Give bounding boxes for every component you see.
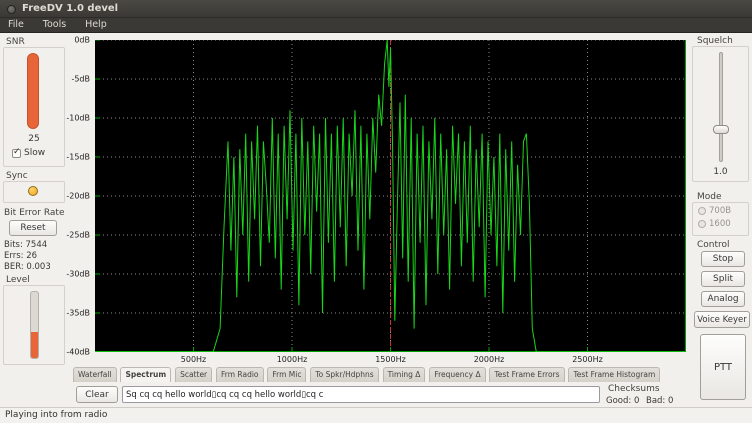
stop-button[interactable]: Stop	[701, 251, 745, 267]
level-meter-fill	[31, 332, 38, 358]
tab-bar: Waterfall Spectrum Scatter Frm Radio Frm…	[73, 367, 661, 382]
sync-label: Sync	[6, 171, 28, 181]
close-icon[interactable]	[7, 5, 16, 14]
y-tick-label: -35dB	[54, 309, 90, 318]
level-meter	[30, 291, 39, 359]
menu-help[interactable]: Help	[77, 18, 115, 32]
slow-label: Slow	[24, 148, 45, 158]
tab-spectrum[interactable]: Spectrum	[120, 367, 171, 382]
y-tick-label: -20dB	[54, 192, 90, 201]
menu-tools[interactable]: Tools	[35, 18, 74, 32]
voice-keyer-button[interactable]: Voice Keyer	[694, 311, 750, 328]
tab-to-spkr-hdphns[interactable]: To Spkr/Hdphns	[310, 367, 378, 382]
x-tick-label: 500Hz	[181, 355, 206, 364]
checkbox-icon	[12, 149, 21, 158]
y-tick-label: -5dB	[54, 75, 90, 84]
snr-gauge	[27, 53, 39, 129]
menubar: File Tools Help	[0, 18, 752, 33]
tab-frequency-delta[interactable]: Frequency Δ	[429, 367, 485, 382]
tab-test-frame-histogram[interactable]: Test Frame Histogram	[568, 367, 660, 382]
y-tick-label: -15dB	[54, 153, 90, 162]
squelch-label: Squelch	[697, 36, 733, 46]
y-tick-label: 0dB	[54, 36, 90, 45]
analog-button[interactable]: Analog	[701, 291, 745, 307]
y-axis-labels: 0dB-5dB-10dB-15dB-20dB-25dB-30dB-35dB-40…	[56, 40, 92, 352]
reset-button[interactable]: Reset	[9, 220, 57, 236]
y-tick-label: -10dB	[54, 114, 90, 123]
y-tick-label: -40dB	[54, 348, 90, 357]
ptt-button[interactable]: PTT	[700, 334, 746, 400]
tx-text-input[interactable]	[122, 386, 600, 403]
checksums-label: Checksums	[608, 384, 660, 394]
window-title: FreeDV 1.0 devel	[22, 0, 118, 18]
radio-icon	[698, 207, 706, 215]
radio-icon	[698, 220, 706, 228]
snr-label: SNR	[6, 37, 25, 47]
errs-value: Errs: 26	[4, 251, 37, 261]
squelch-value: 1.0	[692, 167, 749, 177]
level-label: Level	[6, 275, 30, 285]
mode-label: Mode	[697, 192, 722, 202]
checksum-bad: Bad: 0	[646, 396, 673, 406]
clear-button[interactable]: Clear	[76, 386, 118, 403]
x-axis-labels: 500Hz 1000Hz 1500Hz 2000Hz 2500Hz	[95, 355, 686, 365]
radio-700b-label: 700B	[709, 206, 731, 216]
tab-frm-mic[interactable]: Frm Mic	[267, 367, 306, 382]
radio-1600-label: 1600	[709, 219, 731, 229]
x-tick-label: 2000Hz	[474, 355, 505, 364]
tab-timing-delta[interactable]: Timing Δ	[383, 367, 426, 382]
slow-checkbox[interactable]: Slow	[12, 148, 45, 158]
ber-value: BER: 0.003	[4, 262, 51, 272]
y-tick-label: -30dB	[54, 270, 90, 279]
bits-value: Bits: 7544	[4, 240, 47, 250]
tab-scatter[interactable]: Scatter	[175, 367, 212, 382]
radio-700b[interactable]: 700B	[698, 206, 731, 216]
split-button[interactable]: Split	[701, 271, 745, 287]
control-label: Control	[697, 240, 730, 250]
x-tick-label: 1500Hz	[375, 355, 406, 364]
tab-frm-radio[interactable]: Frm Radio	[216, 367, 264, 382]
spectrum-plot[interactable]	[95, 40, 686, 352]
x-tick-label: 1000Hz	[277, 355, 308, 364]
spectrum-trace	[95, 40, 686, 352]
tab-test-frame-errors[interactable]: Test Frame Errors	[489, 367, 564, 382]
squelch-slider[interactable]	[719, 52, 723, 162]
radio-1600[interactable]: 1600	[698, 219, 731, 229]
tab-waterfall[interactable]: Waterfall	[73, 367, 117, 382]
sync-led-icon	[28, 186, 38, 196]
titlebar: FreeDV 1.0 devel	[0, 0, 752, 18]
menu-file[interactable]: File	[0, 18, 32, 32]
status-text: Playing into from radio	[5, 410, 107, 420]
y-tick-label: -25dB	[54, 231, 90, 240]
statusbar: Playing into from radio	[0, 407, 752, 423]
checksum-good: Good: 0	[606, 396, 639, 406]
x-tick-label: 2500Hz	[572, 355, 603, 364]
squelch-slider-handle[interactable]	[713, 125, 729, 134]
